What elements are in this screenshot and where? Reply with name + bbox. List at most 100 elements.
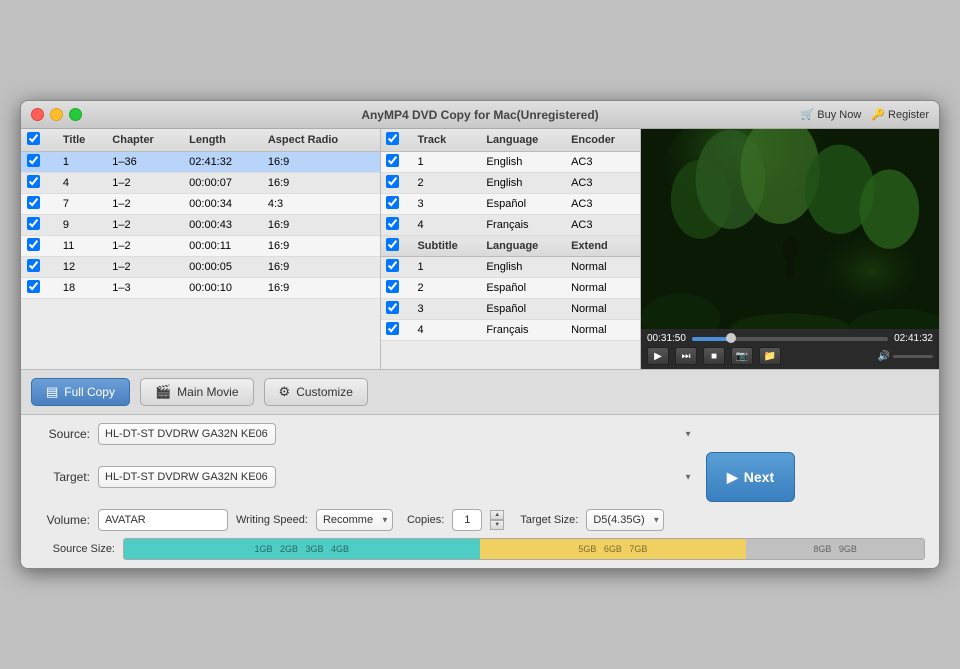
key-icon: 🔑 xyxy=(871,108,885,121)
title-checkbox[interactable] xyxy=(27,217,40,230)
sub-extend-cell: Normal xyxy=(566,320,640,341)
minimize-button[interactable] xyxy=(50,108,63,121)
seek-thumb xyxy=(726,333,736,343)
select-all-titles[interactable] xyxy=(27,132,40,145)
title-panel: Title Chapter Length Aspect Radio 1 1–36… xyxy=(21,129,381,369)
stop-button[interactable]: ■ xyxy=(703,347,725,365)
target-label: Target: xyxy=(35,470,90,484)
title-check-cell xyxy=(21,215,57,236)
copies-label: Copies: xyxy=(407,514,444,526)
track-encoder-cell: AC3 xyxy=(566,194,640,215)
title-row[interactable]: 7 1–2 00:00:34 4:3 xyxy=(21,194,380,215)
track-row[interactable]: 1 English AC3 xyxy=(381,152,640,173)
track-checkbox[interactable] xyxy=(386,217,399,230)
col-chapter: Chapter xyxy=(106,129,183,152)
select-all-tracks[interactable] xyxy=(386,132,399,145)
maximize-button[interactable] xyxy=(69,108,82,121)
track-check-cell xyxy=(381,173,412,194)
title-checkbox[interactable] xyxy=(27,280,40,293)
source-select[interactable]: HL-DT-ST DVDRW GA32N KE06 xyxy=(98,423,276,445)
track-language-cell: Español xyxy=(481,194,566,215)
title-chapter-cell: 1–2 xyxy=(106,173,183,194)
copies-input[interactable] xyxy=(452,509,482,531)
title-row[interactable]: 1 1–36 02:41:32 16:9 xyxy=(21,152,380,173)
subtitle-checkbox[interactable] xyxy=(386,322,399,335)
title-row[interactable]: 12 1–2 00:00:05 16:9 xyxy=(21,257,380,278)
title-row[interactable]: 18 1–3 00:00:10 16:9 xyxy=(21,278,380,299)
btn-row: ▶ ⏭ ■ 📷 📁 🔊 xyxy=(647,347,933,365)
full-copy-button[interactable]: ▤ Full Copy xyxy=(31,378,130,406)
track-check-cell xyxy=(381,215,412,236)
screenshot-button[interactable]: 📷 xyxy=(731,347,753,365)
title-row[interactable]: 9 1–2 00:00:43 16:9 xyxy=(21,215,380,236)
track-check-cell xyxy=(381,152,412,173)
sub-language-cell: English xyxy=(481,257,566,278)
register-button[interactable]: 🔑 Register xyxy=(871,108,929,121)
volume-input[interactable] xyxy=(98,509,228,531)
subtitle-checkbox[interactable] xyxy=(386,259,399,272)
track-checkbox[interactable] xyxy=(386,175,399,188)
title-num-cell: 9 xyxy=(57,215,106,236)
title-chapter-cell: 1–3 xyxy=(106,278,183,299)
title-checkbox[interactable] xyxy=(27,196,40,209)
traffic-lights xyxy=(31,108,82,121)
title-length-cell: 00:00:10 xyxy=(183,278,262,299)
title-check-cell xyxy=(21,173,57,194)
target-size-label: Target Size: xyxy=(520,514,578,526)
copies-up-button[interactable]: ▲ xyxy=(490,510,504,520)
title-checkbox[interactable] xyxy=(27,238,40,251)
play-button[interactable]: ▶ xyxy=(647,347,669,365)
next-button[interactable]: ▶ Next xyxy=(706,452,795,502)
subtitle-row[interactable]: 2 Español Normal xyxy=(381,278,640,299)
track-checkbox[interactable] xyxy=(386,154,399,167)
buy-now-button[interactable]: 🛒 Buy Now xyxy=(801,108,862,121)
title-row[interactable]: 4 1–2 00:00:07 16:9 xyxy=(21,173,380,194)
target-select[interactable]: HL-DT-ST DVDRW GA32N KE06 xyxy=(98,466,276,488)
volume-label: Volume: xyxy=(35,513,90,527)
title-row[interactable]: 11 1–2 00:00:11 16:9 xyxy=(21,236,380,257)
writing-speed-select[interactable]: Recomme xyxy=(316,509,393,531)
col-aspect: Aspect Radio xyxy=(262,129,380,152)
title-length-cell: 00:00:34 xyxy=(183,194,262,215)
title-checkbox[interactable] xyxy=(27,175,40,188)
sub-language-cell: Español xyxy=(481,278,566,299)
volume-row: Volume: Writing Speed: Recomme Copies: ▲… xyxy=(35,509,925,531)
subtitle-checkbox[interactable] xyxy=(386,301,399,314)
seek-slider[interactable] xyxy=(692,337,888,341)
copy-modes: ▤ Full Copy 🎬 Main Movie ⚙ Customize xyxy=(21,370,939,415)
customize-button[interactable]: ⚙ Customize xyxy=(264,378,368,406)
select-all-subtitles[interactable] xyxy=(386,238,399,251)
sub-num-cell: 1 xyxy=(412,257,481,278)
target-size-select[interactable]: D5(4.35G) xyxy=(586,509,664,531)
track-row[interactable]: 4 Français AC3 xyxy=(381,215,640,236)
fast-forward-button[interactable]: ⏭ xyxy=(675,347,697,365)
time-total: 02:41:32 xyxy=(894,333,933,344)
main-movie-icon: 🎬 xyxy=(155,384,171,400)
sub-check-cell xyxy=(381,278,412,299)
volume-slider[interactable] xyxy=(893,355,933,358)
track-row[interactable]: 3 Español AC3 xyxy=(381,194,640,215)
size-bar-gray: 8GB 9GB xyxy=(746,539,924,559)
track-check-cell xyxy=(381,194,412,215)
title-check-cell xyxy=(21,152,57,173)
window-title: AnyMP4 DVD Copy for Mac(Unregistered) xyxy=(361,108,598,122)
copies-down-button[interactable]: ▼ xyxy=(490,520,504,530)
col-check xyxy=(21,129,57,152)
subtitle-row[interactable]: 3 Español Normal xyxy=(381,299,640,320)
track-checkbox[interactable] xyxy=(386,196,399,209)
subtitle-row[interactable]: 1 English Normal xyxy=(381,257,640,278)
main-movie-button[interactable]: 🎬 Main Movie xyxy=(140,378,254,406)
title-num-cell: 1 xyxy=(57,152,106,173)
close-button[interactable] xyxy=(31,108,44,121)
subtitle-row[interactable]: 4 Français Normal xyxy=(381,320,640,341)
title-checkbox[interactable] xyxy=(27,259,40,272)
track-row[interactable]: 2 English AC3 xyxy=(381,173,640,194)
track-encoder-cell: AC3 xyxy=(566,152,640,173)
titlebar: AnyMP4 DVD Copy for Mac(Unregistered) 🛒 … xyxy=(21,101,939,129)
target-select-wrapper: HL-DT-ST DVDRW GA32N KE06 xyxy=(98,466,698,488)
subtitle-checkbox[interactable] xyxy=(386,280,399,293)
title-aspect-cell: 16:9 xyxy=(262,215,380,236)
folder-button[interactable]: 📁 xyxy=(759,347,781,365)
title-checkbox[interactable] xyxy=(27,154,40,167)
title-length-cell: 00:00:05 xyxy=(183,257,262,278)
